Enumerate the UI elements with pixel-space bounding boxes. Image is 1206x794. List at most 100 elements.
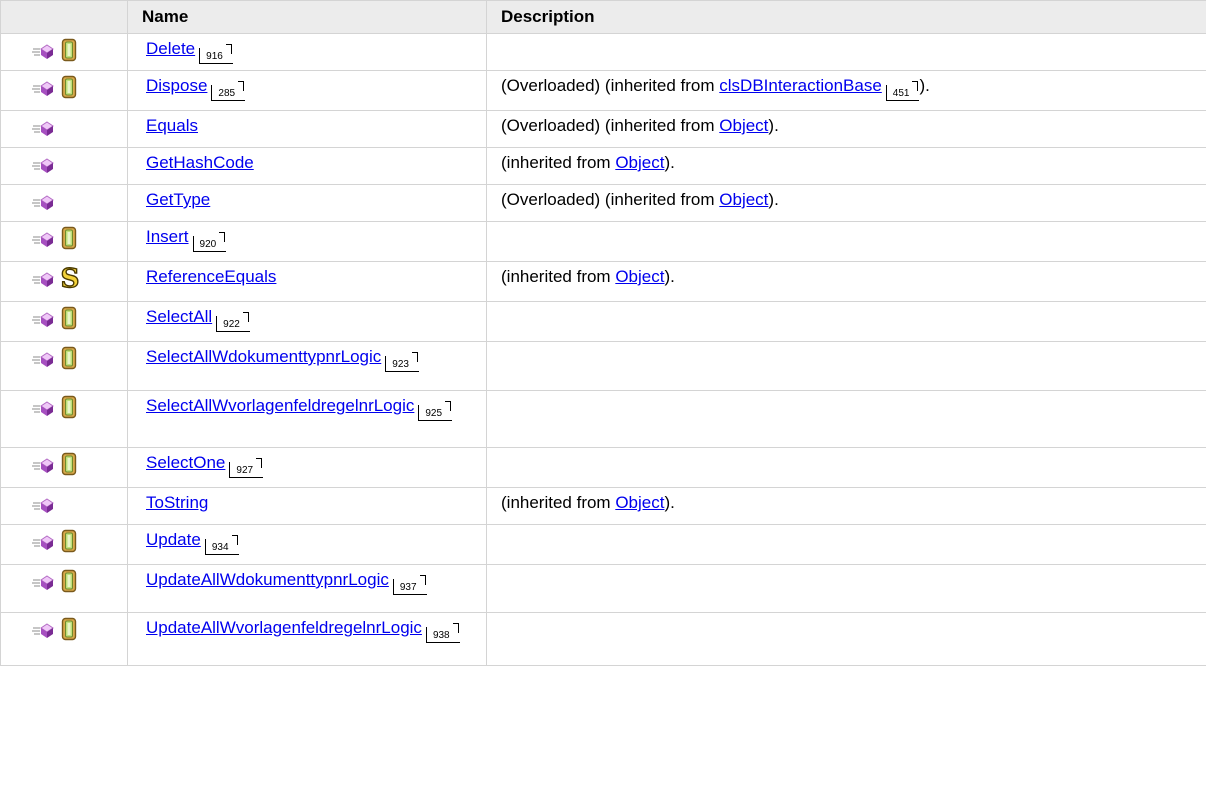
member-description-cell <box>486 301 1206 342</box>
table-row: UpdateAllWvorlagenfeldregelnrLogic 938 <box>0 612 1206 666</box>
members-table: Name Description Delete 916 Dispose 285 (Ove… <box>0 0 1206 666</box>
page-reference[interactable]: 937 <box>392 575 427 595</box>
page-reference[interactable]: 922 <box>216 312 250 332</box>
table-row: UpdateAllWdokumenttypnrLogic 937 <box>0 564 1206 613</box>
member-description-cell <box>486 524 1206 565</box>
inherited-from-link[interactable]: Object <box>615 153 664 172</box>
member-link[interactable]: SelectAllWdokumenttypnrLogic <box>146 347 381 366</box>
member-link[interactable]: Update <box>146 530 201 549</box>
member-icon-cell <box>0 612 128 666</box>
member-name-cell: UpdateAllWdokumenttypnrLogic 937 <box>127 564 487 613</box>
instance-member-icon <box>61 226 77 250</box>
instance-member-icon <box>61 306 77 330</box>
member-icon-cell: S <box>0 261 128 302</box>
member-link[interactable]: GetType <box>146 190 210 209</box>
table-row: SelectOne 927 <box>0 447 1206 488</box>
method-icon <box>32 272 54 287</box>
member-name-cell: Delete 916 <box>127 33 487 71</box>
member-link[interactable]: ReferenceEquals <box>146 267 276 286</box>
method-icon <box>32 575 54 590</box>
instance-member-icon <box>61 75 77 99</box>
instance-member-icon <box>61 395 77 419</box>
page-reference-number: 938 <box>432 630 450 641</box>
description-text: ). <box>664 153 675 172</box>
page-reference-marker <box>256 458 263 468</box>
page-reference-marker <box>452 623 459 633</box>
member-icon-cell <box>0 221 128 262</box>
member-description-cell: (Overloaded) (inherited from clsDBIntera… <box>486 70 1206 111</box>
member-name-cell: Insert 920 <box>127 221 487 262</box>
page-reference-number: 920 <box>199 239 217 250</box>
page-reference[interactable]: 934 <box>204 535 239 555</box>
page-reference[interactable]: 923 <box>385 352 419 372</box>
member-icon-cell <box>0 147 128 185</box>
description-text: (Overloaded) (inherited from <box>501 190 720 209</box>
member-name-cell: SelectAllWdokumenttypnrLogic 923 <box>127 341 487 391</box>
page-reference[interactable]: 927 <box>229 458 264 478</box>
member-description-cell <box>486 390 1206 448</box>
page-reference[interactable]: 938 <box>425 623 460 643</box>
member-description-cell <box>486 612 1206 666</box>
table-row: SelectAllWvorlagenfeldregelnrLogic 925 <box>0 390 1206 448</box>
member-icon-cell <box>0 341 128 391</box>
page-reference-number: 451 <box>892 88 910 99</box>
method-icon <box>32 121 54 136</box>
method-icon <box>32 232 54 247</box>
member-name-cell: SelectAllWvorlagenfeldregelnrLogic 925 <box>127 390 487 448</box>
member-link[interactable]: Dispose <box>146 76 207 95</box>
member-name-cell: SelectAll 922 <box>127 301 487 342</box>
member-icon-cell <box>0 110 128 148</box>
member-name-cell: ReferenceEquals <box>127 261 487 302</box>
member-link[interactable]: UpdateAllWdokumenttypnrLogic <box>146 570 389 589</box>
page-reference[interactable]: 920 <box>192 232 227 252</box>
member-icon-cell <box>0 70 128 111</box>
static-member-icon: S <box>60 265 80 291</box>
page-reference[interactable]: 451 <box>885 81 920 101</box>
header-icon-column <box>0 0 128 34</box>
method-icon <box>32 498 54 513</box>
member-link[interactable]: GetHashCode <box>146 153 254 172</box>
method-icon <box>32 158 54 173</box>
inherited-from-link[interactable]: clsDBInteractionBase <box>719 76 882 95</box>
inherited-from-link[interactable]: Object <box>719 190 768 209</box>
page-reference[interactable]: 916 <box>199 44 233 64</box>
header-name: Name <box>127 0 487 34</box>
description-text: ). <box>664 267 675 286</box>
member-icon-cell <box>0 564 128 613</box>
instance-member-icon <box>61 569 77 593</box>
description-text: (Overloaded) (inherited from <box>501 116 720 135</box>
member-description-cell <box>486 221 1206 262</box>
inherited-from-link[interactable]: Object <box>719 116 768 135</box>
member-name-cell: GetType <box>127 184 487 222</box>
member-link[interactable]: Equals <box>146 116 198 135</box>
inherited-from-link[interactable]: Object <box>615 267 664 286</box>
inherited-from-link[interactable]: Object <box>615 493 664 512</box>
page-reference-marker <box>445 401 452 411</box>
member-icon-cell <box>0 390 128 448</box>
table-row: SelectAllWdokumenttypnrLogic 923 <box>0 341 1206 391</box>
page-reference-number: 934 <box>211 542 229 553</box>
page-reference-marker <box>219 232 226 242</box>
method-icon <box>32 81 54 96</box>
page-reference[interactable]: 285 <box>211 81 246 101</box>
page-reference-marker <box>231 535 238 545</box>
method-icon <box>32 458 54 473</box>
page-reference-number: 927 <box>236 465 254 476</box>
member-name-cell: Update 934 <box>127 524 487 565</box>
member-link[interactable]: SelectAll <box>146 307 212 326</box>
member-link[interactable]: Delete <box>146 39 195 58</box>
member-link[interactable]: ToString <box>146 493 208 512</box>
member-icon-cell <box>0 301 128 342</box>
description-text: ). <box>664 493 675 512</box>
member-link[interactable]: SelectAllWvorlagenfeldregelnrLogic <box>146 396 414 415</box>
table-row: Delete 916 <box>0 33 1206 71</box>
member-description-cell: (inherited from Object). <box>486 487 1206 525</box>
member-link[interactable]: SelectOne <box>146 453 225 472</box>
member-description-cell <box>486 447 1206 488</box>
member-link[interactable]: UpdateAllWvorlagenfeldregelnrLogic <box>146 618 422 637</box>
member-link[interactable]: Insert <box>146 227 189 246</box>
page-reference[interactable]: 925 <box>418 401 453 421</box>
page-reference-number: 937 <box>399 582 417 593</box>
description-text: (inherited from <box>501 153 616 172</box>
description-text: (inherited from <box>501 493 616 512</box>
